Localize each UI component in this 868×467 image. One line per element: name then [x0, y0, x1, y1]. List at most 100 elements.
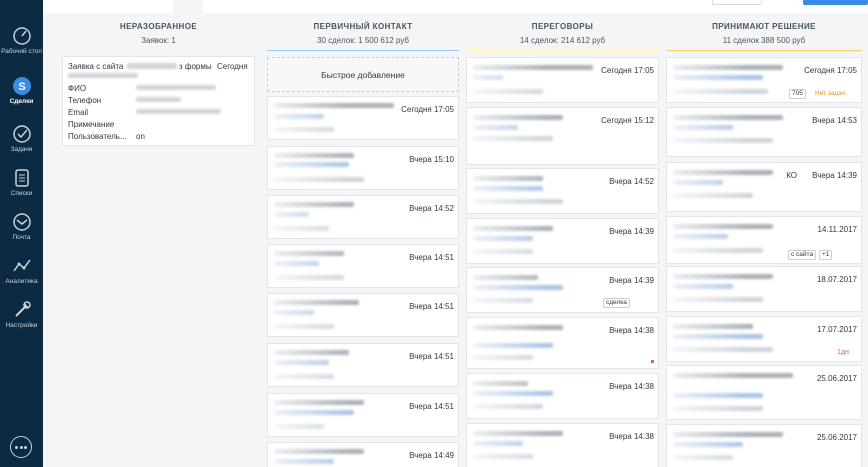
lead-field-label: Email [68, 108, 89, 117]
column-title: ПЕРВИЧНЫЙ КОНТАКТ [313, 22, 413, 31]
quick-add-button[interactable]: Быстрое добавление [267, 57, 459, 92]
nav-item-dashboard[interactable]: Рабочий стол [0, 26, 43, 56]
lists-icon [14, 169, 29, 187]
deal-date: 18.07.2017 [816, 275, 857, 284]
deal-date: Вчера 14:53 [812, 116, 857, 125]
deal-date: 14.11.2017 [817, 225, 857, 234]
nav-item-tasks[interactable]: Задачи [0, 124, 43, 154]
deal-card[interactable]: Вчера 14:52 [466, 168, 659, 214]
column-header-negotiations: ПЕРЕГОВОРЫ 14 сделок: 214 612 руб [466, 22, 659, 45]
deal-card[interactable]: Вчера 14:39 сделка [466, 267, 659, 313]
nav-label-analytics: Аналитика [5, 278, 38, 285]
deal-card[interactable]: Вчера 14:49 [267, 442, 459, 467]
nav-label-settings: Настройки [5, 322, 38, 329]
deal-card[interactable]: 14.11.2017 с сайта +1 [666, 216, 862, 264]
column-title: ПРИНИМАЮТ РЕШЕНИЕ [712, 22, 816, 31]
deal-date: Вчера 14:52 [609, 177, 654, 186]
deal-card[interactable]: 25.06.2017 [666, 365, 862, 420]
deal-card[interactable]: 18.07.2017 [666, 266, 862, 312]
deal-date: Вчера 14:38 [609, 432, 654, 441]
deal-date: 17.07.2017 [816, 325, 857, 334]
deal-card[interactable]: Вчера 14:39 [466, 218, 659, 264]
top-secondary-button[interactable] [712, 0, 762, 5]
lead-field-label: Телефон [68, 96, 102, 105]
overdue-marker [651, 360, 654, 363]
column-count: 30 сделок: 1 500 612 руб [317, 36, 409, 45]
column-title: НЕРАЗОБРАННОЕ [119, 22, 198, 31]
deal-card[interactable]: Вчера 14:38 [466, 423, 659, 467]
deal-card[interactable]: Вчера 14:51 [267, 293, 459, 337]
deal-date: Сегодня 17:05 [804, 66, 857, 75]
dashboard-icon [12, 27, 31, 45]
deal-date: Вчера 14:38 [609, 326, 654, 335]
no-tasks-label: Нет задач [815, 90, 846, 97]
deal-tag-more[interactable]: +1 [819, 250, 833, 260]
nav-label-tasks: Задачи [10, 146, 33, 153]
nav-item-settings[interactable]: Настройки [0, 300, 43, 330]
deal-card[interactable]: Сегодня 17:05 [466, 57, 659, 103]
deal-card[interactable]: Вчера 14:51 [267, 244, 459, 288]
deal-date: 25.06.2017 [816, 433, 857, 442]
overdue-label: 1дн [837, 349, 849, 356]
column-header-deciding: ПРИНИМАЮТ РЕШЕНИЕ 11 сделок 388 500 руб [666, 22, 862, 45]
nav-item-deals[interactable]: S Сделки [0, 76, 43, 106]
deal-card[interactable]: Вчера 15:10 [267, 146, 459, 190]
column-accent-line [466, 50, 659, 51]
deals-icon: S [12, 77, 31, 95]
settings-icon [14, 301, 31, 317]
svg-text:S: S [18, 81, 25, 93]
lead-source: Заявка с сайта [68, 62, 124, 71]
tasks-icon [12, 125, 31, 143]
lead-field-label: ФИО [68, 84, 87, 93]
deal-card[interactable]: Сегодня 17:05 705 Нет задач [666, 57, 862, 103]
deal-card[interactable]: Вчера 14:51 [267, 393, 459, 437]
deal-date: Вчера 14:49 [409, 451, 454, 460]
deal-card[interactable]: КО Вчера 14:39 [666, 162, 862, 212]
analytics-icon [12, 259, 31, 272]
column-header-primary-contact: ПЕРВИЧНЫЙ КОНТАКТ 30 сделок: 1 500 612 р… [267, 22, 459, 45]
deal-card[interactable]: Вчера 14:53 [666, 107, 862, 157]
lead-card[interactable]: Заявка с сайта з формы Сегодня ФИО Телеф… [62, 56, 255, 146]
deal-date: Вчера 14:52 [409, 204, 454, 213]
deal-card[interactable]: Вчера 14:51 [267, 343, 459, 387]
deal-date: Сегодня 17:05 [401, 105, 454, 114]
deal-date: Сегодня 17:05 [601, 66, 654, 75]
nav-item-lists[interactable]: Списки [0, 168, 43, 198]
deal-card[interactable]: Вчера 14:52 [267, 195, 459, 239]
nav-label-lists: Списки [10, 190, 33, 197]
deal-date: Вчера 14:39 [812, 171, 857, 180]
lead-field-label: Примечание [68, 120, 115, 129]
nav-label-dashboard: Рабочий стол [1, 48, 42, 55]
lead-field-value: on [136, 132, 145, 141]
nav-item-mail[interactable]: Почта [0, 212, 43, 242]
deal-card[interactable]: Вчера 14:38 [466, 317, 659, 369]
deal-date: Вчера 14:39 [609, 276, 654, 285]
left-nav: Рабочий стол S Сделки Задачи Списки Почт… [0, 0, 43, 467]
deal-card[interactable]: Сегодня 17:05 [267, 96, 459, 140]
deal-date: Вчера 15:10 [409, 155, 454, 164]
deal-tag[interactable]: с сайта [788, 250, 817, 260]
deal-card[interactable]: Вчера 14:38 [466, 373, 659, 419]
deal-date: Вчера 14:38 [609, 382, 654, 391]
deal-tag[interactable]: сделка [603, 298, 630, 308]
column-count: 14 сделок: 214 612 руб [519, 36, 606, 45]
deal-date: Сегодня 15:12 [601, 116, 654, 125]
deal-card[interactable]: 17.07.2017 1дн [666, 316, 862, 362]
nav-label-deals: Сделки [9, 98, 34, 105]
deal-date: Вчера 14:51 [409, 352, 454, 361]
top-primary-button[interactable] [803, 0, 868, 5]
deal-name-fragment: КО [786, 171, 797, 180]
deal-tag[interactable]: 705 [789, 89, 806, 99]
deal-date: Вчера 14:51 [409, 302, 454, 311]
column-accent-line [666, 50, 862, 51]
deal-card[interactable]: Сегодня 15:12 [466, 107, 659, 165]
deal-date: 25.06.2017 [816, 374, 857, 383]
lead-field-label: Пользователь... [68, 132, 127, 141]
chat-icon[interactable] [10, 436, 32, 458]
column-title: ПЕРЕГОВОРЫ [531, 22, 594, 31]
lead-form: з формы [179, 62, 212, 71]
nav-item-analytics[interactable]: Аналитика [0, 256, 43, 286]
lead-date: Сегодня [217, 62, 248, 71]
deal-card[interactable]: 25.06.2017 [666, 424, 862, 467]
column-count: 11 сделок 388 500 руб [722, 36, 806, 45]
